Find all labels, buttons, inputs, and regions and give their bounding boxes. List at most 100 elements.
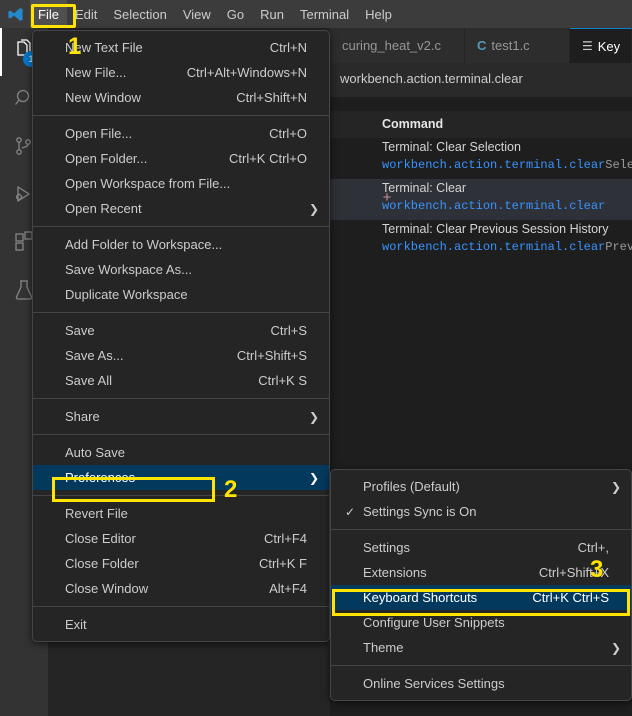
menu-separator [331,529,631,530]
menu-item-label: Online Services Settings [363,676,505,691]
menu-item-label: Extensions [363,565,427,580]
menu-item-label: Configure User Snippets [363,615,505,630]
menu-item-save-workspace-as[interactable]: Save Workspace As... [33,257,329,282]
menu-item-label: Open File... [65,126,133,141]
vscode-window: 1 curing_heat_v2.c C test1.c ☰ Key workb… [0,0,632,716]
menu-item-add-folder-to-workspace[interactable]: Add Folder to Workspace... [33,232,329,257]
menu-item-save[interactable]: Save Ctrl+S [33,318,329,343]
command-id: workbench.action.terminal.clearSelectio [382,158,632,172]
chevron-right-icon: ❯ [308,409,319,424]
chevron-right-icon: ❯ [610,479,621,494]
menu-item-label: Exit [65,617,87,632]
menu-item-online-services-settings[interactable]: Online Services Settings [331,671,631,696]
menu-item-preferences[interactable]: Preferences ❯ [33,465,329,490]
editor-tab-0[interactable]: curing_heat_v2.c [330,28,465,63]
menu-item-shortcut: Ctrl+K Ctrl+O [228,151,307,166]
menu-item-close-editor[interactable]: Close Editor Ctrl+F4 [33,526,329,551]
menu-item-new-file[interactable]: New File... Ctrl+Alt+Windows+N [33,60,329,85]
menu-item-revert-file[interactable]: Revert File [33,501,329,526]
menu-separator [33,398,329,399]
annotation-step-3: 3 [590,556,604,583]
menu-item-save-as[interactable]: Save As... Ctrl+Shift+S [33,343,329,368]
menubar-label: Terminal [300,6,350,22]
menu-separator [33,606,329,607]
keybinding-row[interactable]: Terminal: Clear Previous Session History… [330,220,632,261]
menu-item-shortcut: Ctrl+F4 [264,531,307,546]
menu-bar: File Edit Selection View Go Run Terminal… [30,0,400,28]
menu-item-theme[interactable]: Theme ❯ [331,635,631,660]
menu-item-close-window[interactable]: Close Window Alt+F4 [33,576,329,601]
menu-separator [33,115,329,116]
menu-item-label: Open Recent [65,201,142,216]
menu-item-auto-save[interactable]: Auto Save [33,440,329,465]
menu-item-profiles[interactable]: Profiles (Default) ❯ [331,474,631,499]
editor-tabbar: curing_heat_v2.c C test1.c ☰ Key [330,28,632,63]
menubar-label: Help [365,6,392,22]
menubar-item-selection[interactable]: Selection [105,0,174,28]
keybindings-rows: Terminal: Clear Selection workbench.acti… [330,138,632,261]
menu-item-open-file[interactable]: Open File... Ctrl+O [33,121,329,146]
keybinding-row[interactable]: + Terminal: Clear workbench.action.termi… [330,179,632,220]
menu-item-share[interactable]: Share ❯ [33,404,329,429]
menu-item-label: Open Workspace from File... [65,176,231,191]
menu-item-shortcut: Ctrl+N [269,40,307,55]
menu-item-label: Settings [363,540,410,555]
menu-item-open-folder[interactable]: Open Folder... Ctrl+K Ctrl+O [33,146,329,171]
command-id: workbench.action.terminal.clearPrevious [382,240,632,254]
tab-label: test1.c [491,38,530,53]
command-title: Terminal: Clear Previous Session History [382,222,609,236]
menubar-item-edit[interactable]: Edit [67,0,105,28]
menu-item-extensions[interactable]: Extensions Ctrl+Shift+X [331,560,631,585]
menu-item-label: Profiles (Default) [363,479,460,494]
menu-item-shortcut: Ctrl+S [270,323,307,338]
menu-item-save-all[interactable]: Save All Ctrl+K S [33,368,329,393]
menu-item-label: Close Window [65,581,149,596]
command-id: workbench.action.terminal.clear [382,199,606,213]
menu-item-shortcut: Ctrl+Alt+Windows+N [186,65,307,80]
menu-separator [33,226,329,227]
menu-item-label: Save Workspace As... [65,262,192,277]
menu-item-label: New Window [65,90,141,105]
keybindings-search-input[interactable]: workbench.action.terminal.clear [340,71,523,86]
menu-item-keyboard-shortcuts[interactable]: Keyboard Shortcuts Ctrl+K Ctrl+S [331,585,631,610]
menu-item-shortcut: Ctrl+K Ctrl+S [532,590,609,605]
vscode-logo-icon [0,0,30,28]
menubar-item-help[interactable]: Help [357,0,400,28]
keybinding-row[interactable]: Terminal: Clear Selection workbench.acti… [330,138,632,179]
editor-tab-2[interactable]: ☰ Key [570,28,632,63]
menu-item-settings[interactable]: Settings Ctrl+, [331,535,631,560]
menu-item-shortcut: Ctrl+Shift+S [236,348,307,363]
menu-item-open-recent[interactable]: Open Recent ❯ [33,196,329,221]
c-file-icon: C [477,38,487,53]
menu-item-configure-user-snippets[interactable]: Configure User Snippets [331,610,631,635]
menu-item-shortcut: Ctrl+Shift+N [236,90,307,105]
menubar-item-go[interactable]: Go [219,0,252,28]
title-bar: File Edit Selection View Go Run Terminal… [0,0,632,28]
menu-item-open-workspace-from-file[interactable]: Open Workspace from File... [33,171,329,196]
menu-item-label: Theme [363,640,404,655]
menubar-item-view[interactable]: View [175,0,219,28]
menubar-label: File [38,6,59,22]
tab-label: Key [597,38,621,54]
menu-item-label: Close Editor [65,531,136,546]
menu-item-settings-sync[interactable]: ✓ Settings Sync is On [331,499,631,524]
tab-label: curing_heat_v2.c [342,38,442,53]
menubar-label: Edit [74,6,98,22]
menubar-item-run[interactable]: Run [252,0,292,28]
menubar-item-file[interactable]: File [30,0,67,28]
menubar-label: View [182,6,211,22]
annotation-step-1: 1 [68,33,82,60]
editor-tab-1[interactable]: C test1.c [465,28,570,63]
menu-item-label: Save All [65,373,112,388]
menu-item-shortcut: Ctrl+K F [258,556,307,571]
keybindings-search-row[interactable]: workbench.action.terminal.clear [330,63,632,97]
menubar-item-terminal[interactable]: Terminal [292,0,357,28]
menu-item-label: Open Folder... [65,151,148,166]
menu-item-label: Share [65,409,100,424]
check-icon: ✓ [345,504,356,519]
menu-item-exit[interactable]: Exit [33,612,329,637]
menu-item-duplicate-workspace[interactable]: Duplicate Workspace [33,282,329,307]
menu-item-new-window[interactable]: New Window Ctrl+Shift+N [33,85,329,110]
keybindings-table-header: Command [330,111,632,138]
menu-item-close-folder[interactable]: Close Folder Ctrl+K F [33,551,329,576]
